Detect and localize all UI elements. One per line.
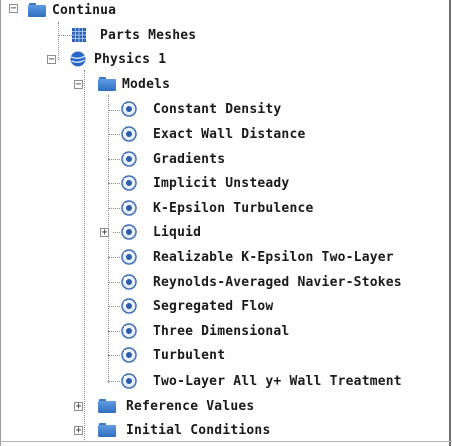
tree-frame-left — [0, 0, 1, 446]
model-icon — [121, 151, 137, 167]
folder-icon — [98, 77, 116, 91]
node-label: Constant Density — [153, 101, 282, 117]
node-label: Initial Conditions — [126, 422, 271, 438]
model-item-two-layer-wall-treatment[interactable]: Two-Layer All y+ Wall Treatment — [121, 370, 402, 392]
node-label: Gradients — [153, 151, 226, 167]
model-icon — [121, 126, 137, 142]
tree-node-models[interactable]: Models — [98, 73, 170, 95]
guide-line — [108, 159, 120, 160]
tree-frame-bottom — [0, 441, 452, 442]
guide-line — [108, 208, 120, 209]
model-icon — [121, 274, 137, 290]
node-label: Turbulent — [153, 347, 226, 363]
node-label: Two-Layer All y+ Wall Treatment — [153, 373, 402, 389]
model-item-segregated-flow[interactable]: Segregated Flow — [121, 295, 273, 317]
model-icon — [121, 249, 137, 265]
node-label: Liquid — [153, 224, 202, 240]
node-label: Implicit Unsteady — [153, 175, 290, 191]
node-label: Models — [122, 76, 171, 92]
node-label: Reynolds-Averaged Navier-Stokes — [153, 274, 402, 290]
expand-toggle-reference-values[interactable]: + — [74, 402, 83, 412]
guide-line — [58, 35, 72, 36]
guide-line — [108, 331, 120, 332]
model-item-exact-wall-distance[interactable]: Exact Wall Distance — [121, 123, 306, 145]
guide-line — [108, 282, 120, 283]
physics-globe-icon — [70, 51, 86, 67]
model-item-k-epsilon-turbulence[interactable]: K-Epsilon Turbulence — [121, 197, 314, 219]
model-item-turbulent[interactable]: Turbulent — [121, 344, 225, 366]
node-label: Segregated Flow — [153, 298, 274, 314]
folder-icon — [28, 3, 46, 17]
guide-line — [108, 306, 120, 307]
guide-line — [108, 381, 120, 382]
model-icon — [121, 323, 137, 339]
guide-line — [108, 183, 120, 184]
model-item-implicit-unsteady[interactable]: Implicit Unsteady — [121, 172, 289, 194]
model-item-realizable-k-epsilon[interactable]: Realizable K-Epsilon Two-Layer — [121, 246, 394, 268]
collapse-toggle-models[interactable]: − — [74, 80, 83, 90]
model-item-constant-density[interactable]: Constant Density — [121, 98, 281, 120]
guide-line — [108, 355, 120, 356]
model-item-three-dimensional[interactable]: Three Dimensional — [121, 320, 289, 342]
tree-node-physics-1[interactable]: Physics 1 — [70, 48, 166, 70]
folder-icon — [98, 399, 116, 413]
guide-line — [108, 134, 120, 135]
mesh-grid-icon — [72, 28, 86, 42]
guide-line — [84, 70, 85, 442]
node-label: Reference Values — [126, 398, 255, 414]
model-icon — [121, 101, 137, 117]
folder-icon — [98, 423, 116, 437]
model-icon — [121, 373, 137, 389]
model-icon — [121, 298, 137, 314]
node-label: Exact Wall Distance — [153, 126, 306, 142]
node-label: Physics 1 — [94, 51, 167, 67]
expand-toggle-initial-conditions[interactable]: + — [74, 426, 83, 436]
guide-line — [108, 110, 120, 111]
collapse-toggle-physics[interactable]: − — [47, 55, 56, 65]
guide-line — [108, 95, 109, 383]
guide-line — [113, 232, 120, 233]
tree-node-parts-meshes[interactable]: Parts Meshes — [72, 24, 196, 46]
model-icon — [121, 175, 137, 191]
collapse-toggle-continua[interactable]: − — [9, 4, 18, 14]
model-icon — [121, 200, 137, 216]
node-label: K-Epsilon Turbulence — [153, 200, 314, 216]
node-label: Realizable K-Epsilon Two-Layer — [153, 249, 394, 265]
tree-node-reference-values[interactable]: Reference Values — [98, 395, 254, 417]
expand-toggle-liquid[interactable]: + — [100, 228, 109, 238]
node-label: Continua — [52, 2, 117, 18]
guide-line — [108, 257, 120, 258]
model-item-gradients[interactable]: Gradients — [121, 148, 225, 170]
model-item-rans[interactable]: Reynolds-Averaged Navier-Stokes — [121, 271, 402, 293]
node-label: Three Dimensional — [153, 323, 290, 339]
model-icon — [121, 347, 137, 363]
model-item-liquid[interactable]: Liquid — [121, 221, 201, 243]
model-icon — [121, 224, 137, 240]
tree-node-initial-conditions[interactable]: Initial Conditions — [98, 419, 270, 441]
tree-frame-right — [449, 0, 451, 446]
node-label: Parts Meshes — [100, 27, 197, 43]
guide-line — [58, 22, 59, 60]
tree-node-continua[interactable]: Continua — [28, 0, 116, 21]
